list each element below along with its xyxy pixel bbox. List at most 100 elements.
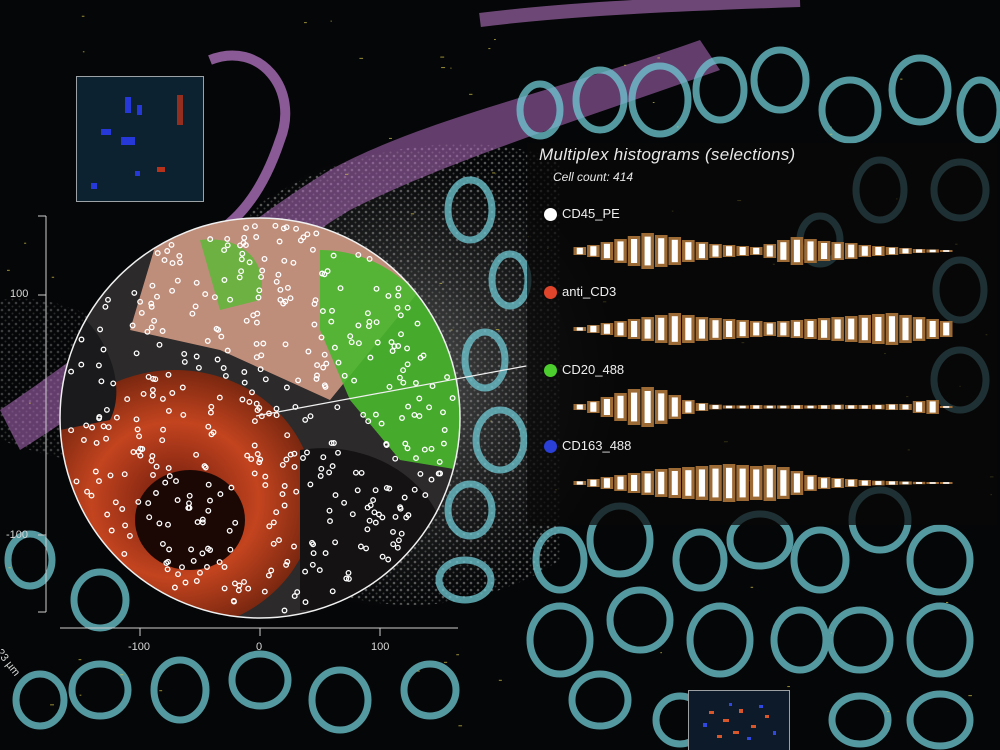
histogram-bin-core: [848, 479, 855, 487]
histogram-bin-core: [766, 323, 773, 335]
histogram-bin-core: [644, 473, 651, 493]
histogram-cd20: [573, 387, 953, 427]
multiplex-histogram-panel: Multiplex histograms (selections) Cell c…: [527, 143, 997, 525]
histogram-bin-core: [739, 405, 746, 409]
histogram-bin-core: [753, 247, 760, 255]
channel-color-dot: [544, 364, 557, 377]
histogram-bin-core: [807, 405, 814, 409]
histogram-bin-core: [726, 405, 733, 409]
histogram-bin-core: [590, 246, 597, 256]
histogram-bin-core: [780, 405, 787, 409]
histogram-bin-core: [943, 482, 950, 484]
histogram-bin-core: [726, 246, 733, 256]
channel-label: CD45_PE: [562, 206, 620, 221]
histogram-bin-core: [875, 481, 882, 485]
histogram-bin-core: [821, 320, 828, 338]
histogram-bin-core: [766, 468, 773, 498]
histogram-bin-core: [807, 241, 814, 261]
channel-cd45[interactable]: CD45_PE: [527, 205, 997, 281]
viewer-stage[interactable]: 100 -100 -100 0 100 228.23 µm: [0, 0, 1000, 750]
histogram-bin-core: [888, 316, 895, 342]
histogram-bin-core: [644, 319, 651, 339]
histogram-bin-core: [698, 243, 705, 259]
histogram-bin-core: [929, 249, 936, 253]
histogram-bin-core: [875, 247, 882, 255]
histogram-bin-core: [726, 467, 733, 499]
histogram-bin-core: [848, 244, 855, 258]
histogram-bin-core: [712, 245, 719, 257]
histogram-bin-core: [821, 478, 828, 488]
channel-cd20[interactable]: CD20_488: [527, 361, 997, 437]
histogram-bin-core: [888, 404, 895, 410]
histogram-bin-core: [712, 320, 719, 338]
histogram-bin-core: [929, 401, 936, 413]
histogram-bin-core: [834, 479, 841, 487]
histogram-bin-core: [644, 391, 651, 423]
channel-color-dot: [544, 286, 557, 299]
histogram-bin-core: [848, 405, 855, 409]
histogram-bin-core: [821, 405, 828, 409]
thumbnail-top-left[interactable]: [76, 76, 204, 202]
histogram-bin-core: [780, 470, 787, 496]
histogram-bin-core: [793, 405, 800, 409]
histogram-bin-core: [834, 319, 841, 339]
histogram-bin-core: [671, 397, 678, 417]
histogram-bin-core: [902, 317, 909, 341]
histogram-bin-core: [631, 321, 638, 337]
histogram-bin-core: [739, 468, 746, 498]
histogram-bin-core: [685, 317, 692, 341]
thumbnail-image: [77, 77, 203, 201]
channel-label: CD20_488: [562, 362, 625, 377]
histogram-bin-core: [766, 405, 773, 409]
histogram-bin-core: [848, 318, 855, 340]
histogram-bin-core: [753, 405, 760, 409]
histogram-bin-core: [793, 473, 800, 493]
histogram-bin-core: [603, 243, 610, 259]
histogram-bin-core: [943, 406, 950, 408]
histogram-bin-core: [698, 319, 705, 339]
histogram-bin-core: [726, 321, 733, 337]
histogram-bin-core: [916, 319, 923, 339]
histogram-cd3: [573, 313, 953, 345]
histogram-bin-core: [658, 471, 665, 495]
histogram-bin-core: [617, 395, 624, 419]
histogram-bin-core: [631, 475, 638, 491]
histogram-bin-core: [671, 471, 678, 495]
histogram-bin-core: [929, 321, 936, 337]
histogram-cd45: [573, 233, 953, 269]
histogram-bin-core: [576, 404, 583, 410]
histogram-bin-core: [834, 405, 841, 409]
cell-count: Cell count: 414: [553, 170, 634, 184]
histogram-bin-core: [698, 469, 705, 497]
histogram-bin-core: [943, 322, 950, 336]
histogram-bin-core: [671, 239, 678, 263]
histogram-bin-core: [916, 249, 923, 253]
histogram-bin-core: [590, 479, 597, 487]
histogram-bin-core: [780, 322, 787, 336]
histogram-bin-core: [658, 393, 665, 421]
channel-cd163[interactable]: CD163_488: [527, 437, 997, 513]
thumbnail-image: [689, 691, 789, 750]
histogram-bin-core: [603, 324, 610, 334]
histogram-bin-core: [821, 243, 828, 259]
histogram-bin-core: [617, 476, 624, 490]
histogram-bin-core: [766, 245, 773, 257]
histogram-bin-core: [739, 247, 746, 255]
histogram-bin-core: [603, 399, 610, 415]
histogram-bin-core: [875, 317, 882, 341]
histogram-bin-core: [929, 482, 936, 484]
channel-color-dot: [544, 208, 557, 221]
channel-cd3[interactable]: anti_CD3: [527, 283, 997, 359]
histogram-bin-core: [576, 247, 583, 255]
thumbnail-bottom[interactable]: [688, 690, 790, 750]
histogram-bin-core: [875, 405, 882, 409]
histogram-bin-core: [861, 405, 868, 409]
histogram-bin-core: [698, 403, 705, 411]
histogram-bin-core: [658, 238, 665, 264]
histogram-bin-core: [807, 321, 814, 337]
histogram-bin-core: [658, 317, 665, 341]
histogram-bin-core: [861, 317, 868, 341]
histogram-bin-core: [753, 469, 760, 497]
histogram-bin-core: [590, 325, 597, 333]
histogram-bin-core: [861, 246, 868, 256]
